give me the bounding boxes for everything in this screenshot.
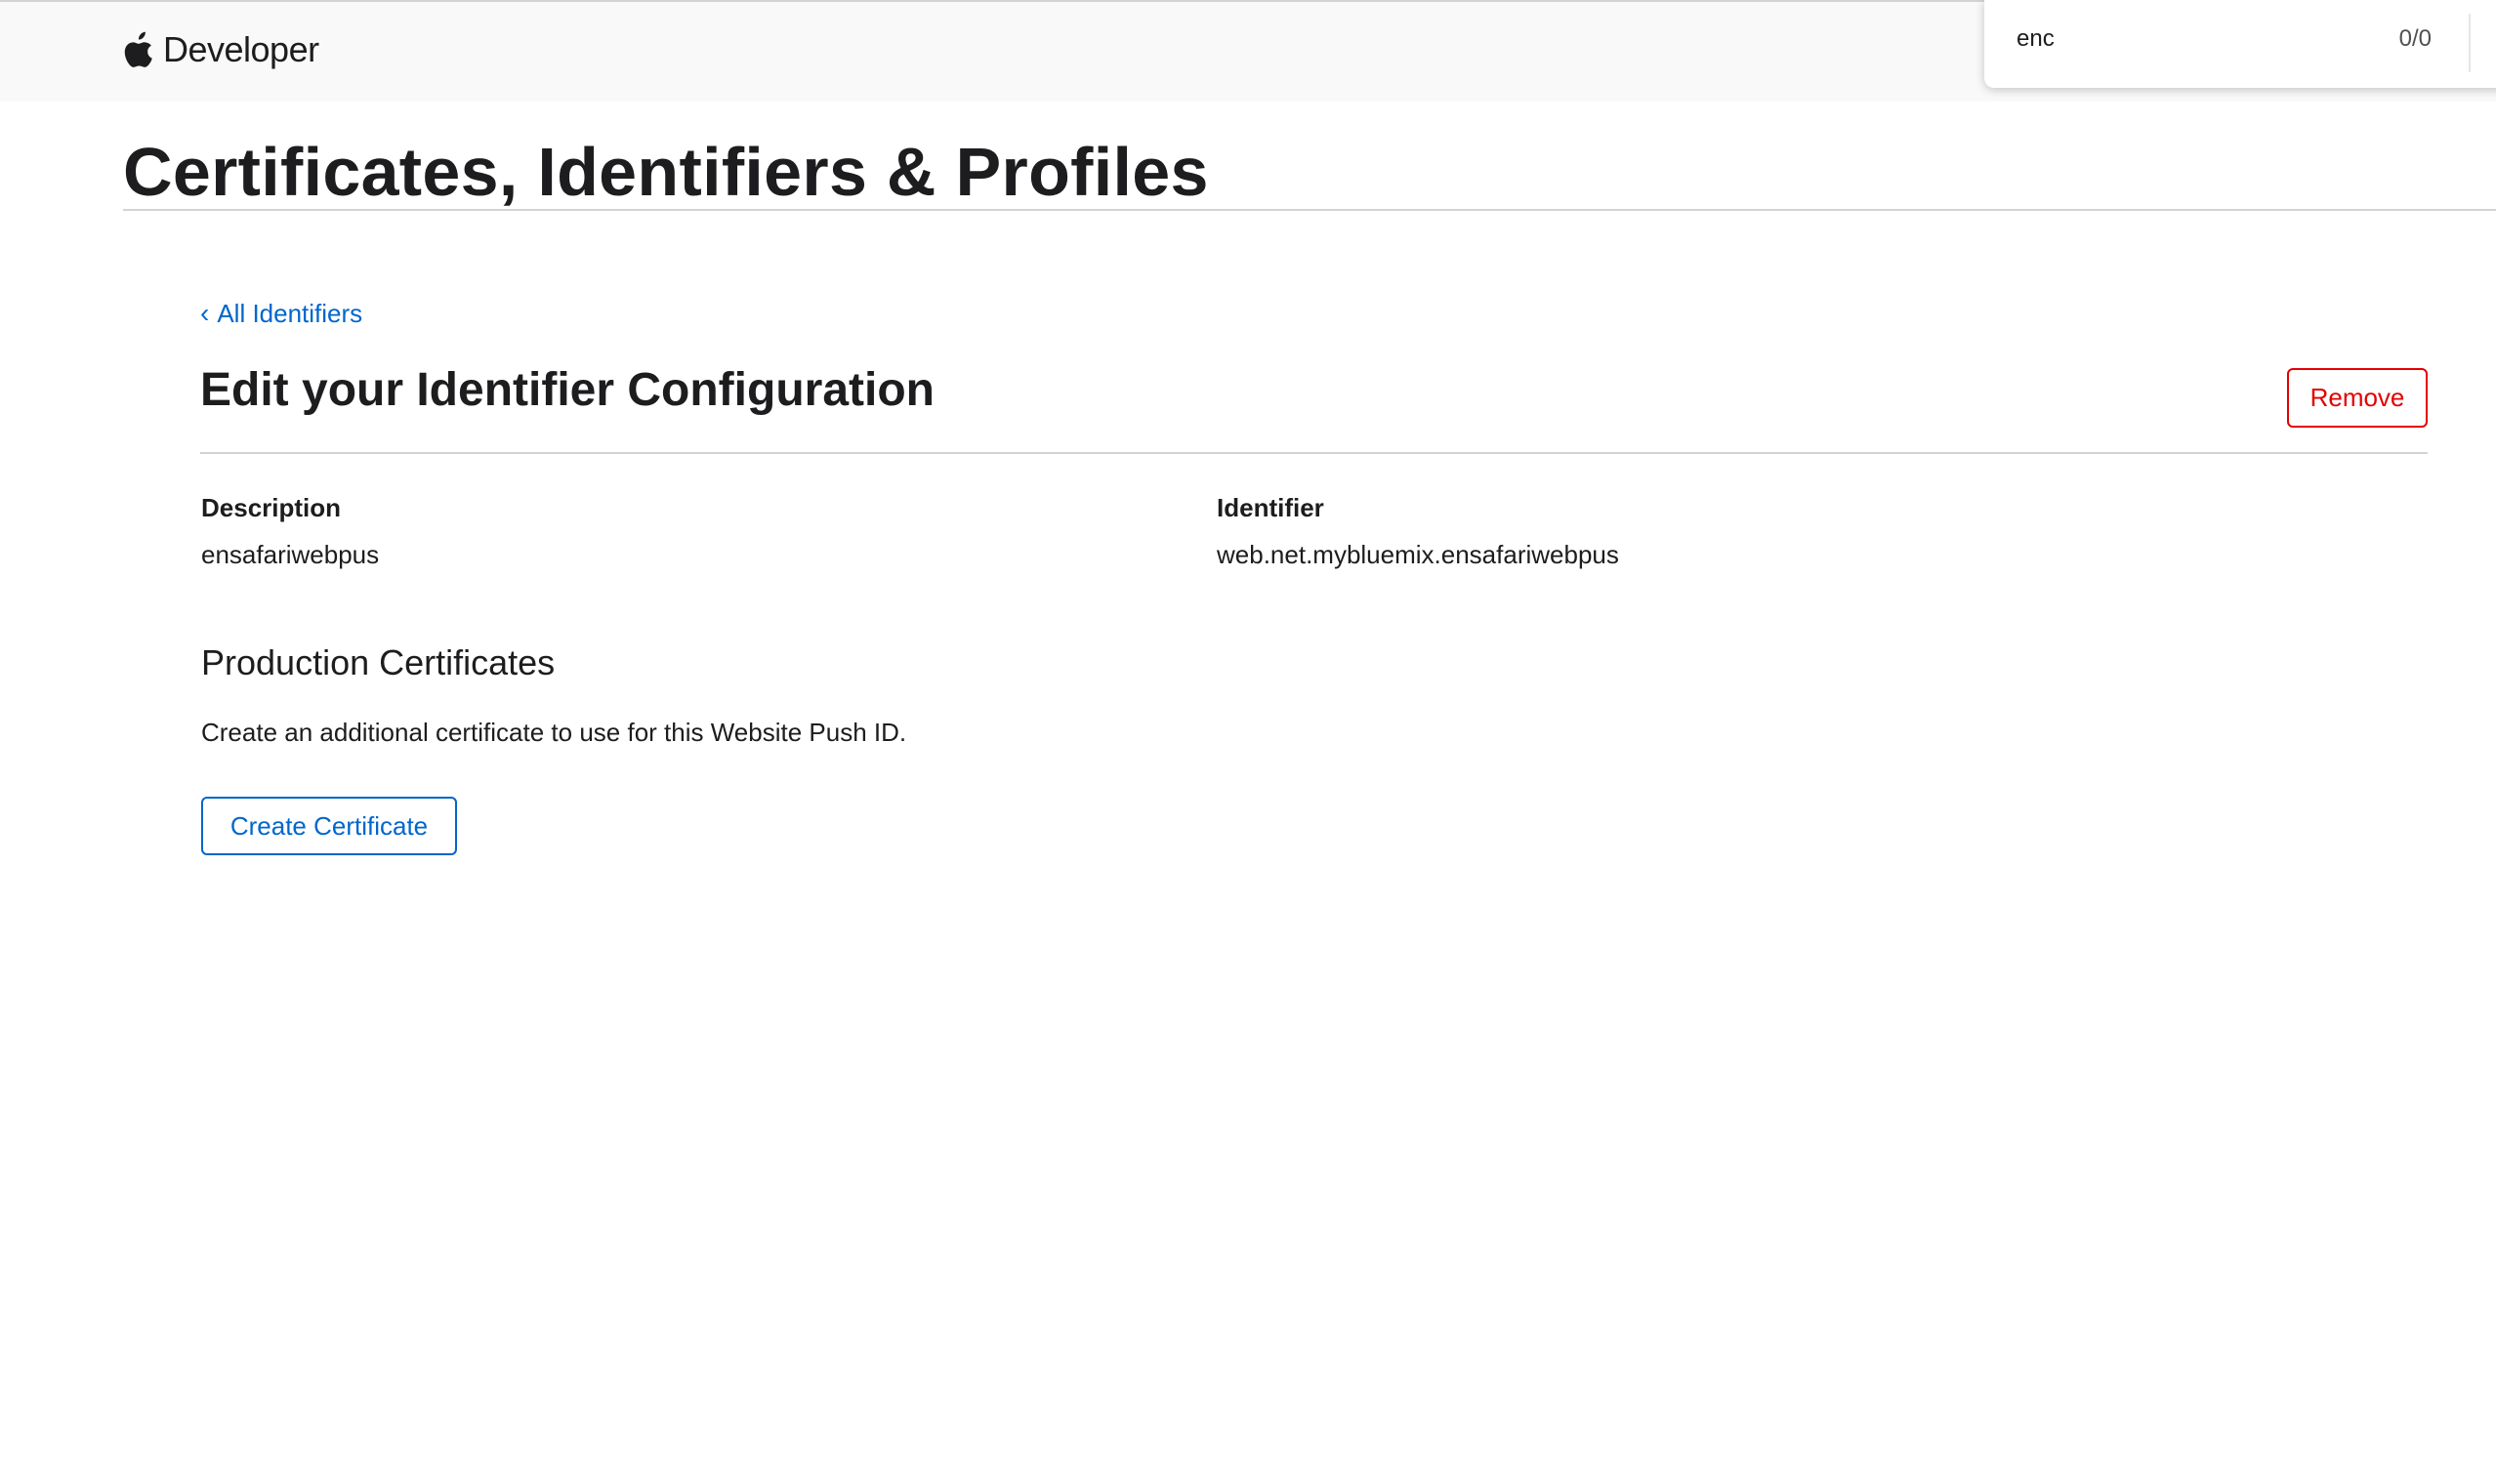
description-label: Description [201, 493, 342, 522]
create-certificate-button[interactable]: Create Certificate [201, 797, 457, 855]
developer-home-link[interactable]: Developer [124, 25, 319, 74]
title-divider [123, 209, 2496, 211]
all-identifiers-link[interactable]: ‹ All Identifiers [200, 298, 362, 329]
find-match-count: 0/0 [2398, 25, 2432, 52]
identifier-value: web.net.mybluemix.ensafariwebpus [1217, 540, 1619, 569]
apple-logo-icon [124, 31, 152, 67]
brand-name: Developer [163, 29, 319, 69]
production-certificates-description: Create an additional certificate to use … [201, 718, 907, 747]
production-certificates-title: Production Certificates [201, 642, 556, 682]
find-divider [2469, 14, 2471, 72]
identifier-label: Identifier [1217, 493, 1324, 522]
section-divider [200, 452, 2428, 454]
back-link-label: All Identifiers [217, 298, 363, 328]
chevron-left-icon: ‹ [200, 298, 210, 328]
remove-button[interactable]: Remove [2287, 368, 2428, 428]
find-query-input[interactable]: enc [2017, 25, 2055, 53]
page-title: Certificates, Identifiers & Profiles [123, 134, 1209, 210]
find-in-page-bar: enc 0/0 ‹ [1984, 0, 2496, 88]
section-title: Edit your Identifier Configuration [200, 364, 935, 416]
description-value: ensafariwebpus [201, 540, 380, 569]
